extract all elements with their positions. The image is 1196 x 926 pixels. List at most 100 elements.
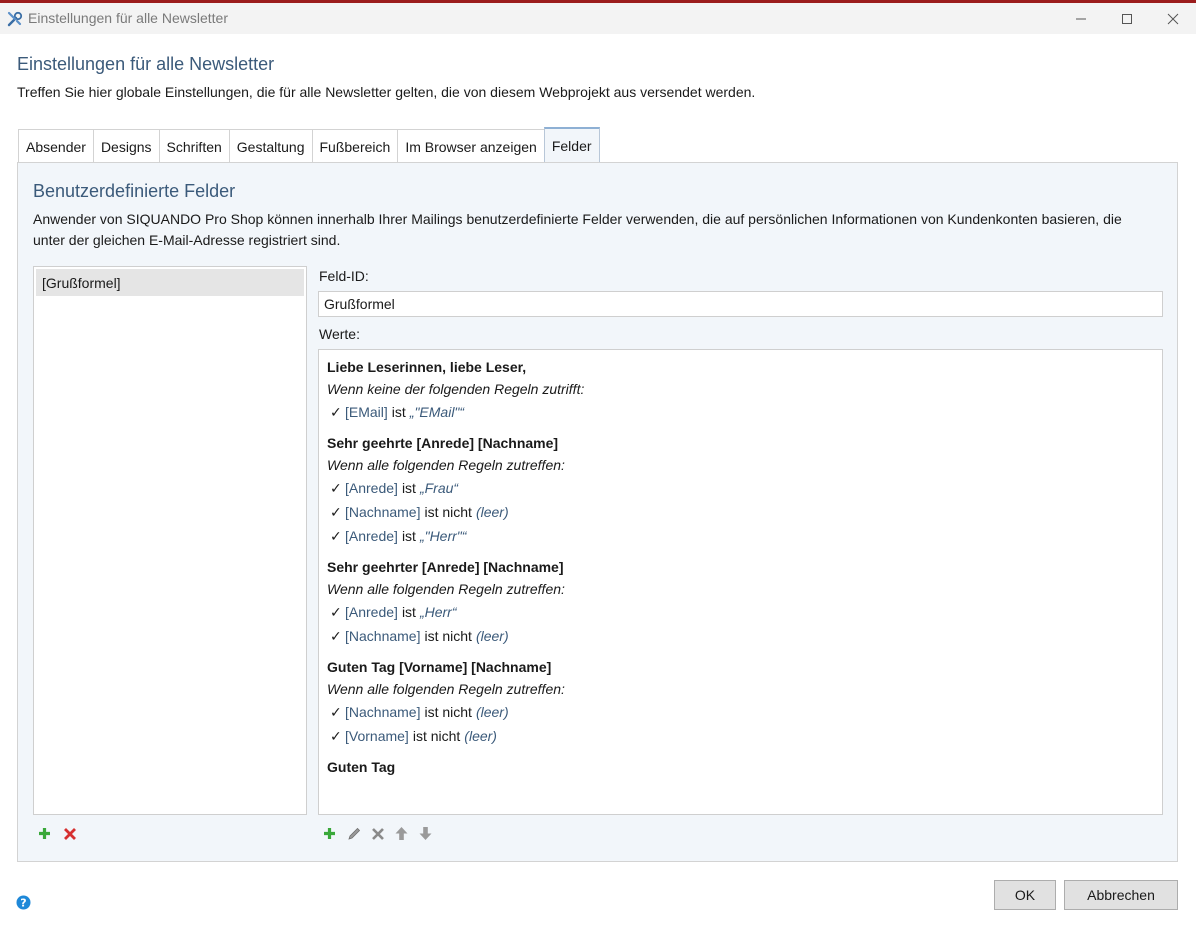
edit-value-button[interactable] (345, 825, 362, 842)
rule-value: (leer) (475, 704, 509, 720)
tab-bar: Absender Designs Schriften Gestaltung Fu… (18, 127, 600, 163)
close-button[interactable] (1150, 3, 1196, 34)
title-bar[interactable]: Einstellungen für alle Newsletter (0, 3, 1196, 34)
add-field-button[interactable] (36, 825, 53, 842)
minimize-button[interactable] (1058, 3, 1104, 34)
value-text: Sehr geehrte [Anrede] [Nachname] (327, 435, 559, 451)
list-item[interactable]: [Grußformel] (36, 269, 304, 296)
value-group[interactable]: Guten Tag (327, 756, 1154, 778)
tab-im-browser-anzeigen[interactable]: Im Browser anzeigen (397, 129, 544, 163)
value-text: Guten Tag (327, 759, 396, 775)
tab-panel-felder: Benutzerdefinierte Felder Anwender von S… (17, 162, 1178, 862)
page-title: Einstellungen für alle Newsletter (17, 54, 275, 74)
close-icon (1167, 13, 1179, 24)
condition-text: Wenn alle folgenden Regeln zutreffen: (327, 457, 565, 473)
rule-value: (leer) (475, 504, 509, 520)
plus-icon (39, 828, 50, 839)
field-list-toolbar (36, 825, 78, 842)
rule-operator: ist (401, 528, 416, 544)
values-label: Werte: (319, 326, 360, 342)
svg-text:?: ? (20, 897, 26, 910)
page-subtitle: Treffen Sie hier globale Einstellungen, … (17, 84, 756, 100)
rule-row: ✓ [Anrede] ist „Herr“ (327, 600, 1154, 624)
rule-row: ✓ [Nachname] ist nicht (leer) (327, 700, 1154, 724)
rule-row: ✓ [Nachname] ist nicht (leer) (327, 624, 1154, 648)
checkmark-icon: ✓ (330, 628, 342, 644)
value-text: Guten Tag [Vorname] [Nachname] (327, 659, 552, 675)
value-group[interactable]: Sehr geehrte [Anrede] [Nachname] Wenn al… (327, 432, 1154, 548)
rule-operator: ist (391, 404, 406, 420)
move-up-button[interactable] (393, 825, 410, 842)
delete-x-icon (371, 827, 384, 840)
tab-gestaltung[interactable]: Gestaltung (228, 129, 312, 163)
value-group[interactable]: Guten Tag [Vorname] [Nachname] Wenn alle… (327, 656, 1154, 748)
rule-operator: ist nicht (424, 704, 472, 720)
delete-x-icon (63, 827, 76, 840)
field-id-input[interactable] (318, 291, 1163, 317)
rule-field: [Anrede] (345, 604, 398, 620)
arrow-down-icon (419, 827, 432, 840)
field-id-label: Feld-ID: (319, 268, 369, 284)
rule-value: „"EMail"“ (409, 404, 465, 420)
condition-text: Wenn alle folgenden Regeln zutreffen: (327, 581, 565, 597)
rule-field: [Nachname] (345, 628, 421, 644)
rule-operator: ist (401, 480, 416, 496)
tab-fussbereich[interactable]: Fußbereich (311, 129, 398, 163)
checkmark-icon: ✓ (330, 404, 342, 420)
checkmark-icon: ✓ (330, 504, 342, 520)
rule-operator: ist nicht (412, 728, 461, 744)
rule-field: [Anrede] (345, 528, 398, 544)
cancel-button[interactable]: Abbrechen (1064, 880, 1178, 910)
tools-icon (7, 11, 23, 27)
field-list[interactable]: [Grußformel] (33, 266, 307, 815)
value-group[interactable]: Sehr geehrter [Anrede] [Nachname] Wenn a… (327, 556, 1154, 648)
rule-field: [Vorname] (345, 728, 409, 744)
rule-operator: ist nicht (424, 504, 472, 520)
rule-operator: ist (401, 604, 416, 620)
window-title: Einstellungen für alle Newsletter (28, 10, 228, 26)
rule-field: [EMail] (345, 404, 388, 420)
rule-field: [Anrede] (345, 480, 398, 496)
move-down-button[interactable] (417, 825, 434, 842)
section-description: Anwender von SIQUANDO Pro Shop können in… (33, 211, 1122, 248)
rule-value: „"Herr"“ (419, 528, 467, 544)
checkmark-icon: ✓ (330, 728, 342, 744)
ok-button[interactable]: OK (994, 880, 1056, 910)
value-text: Sehr geehrter [Anrede] [Nachname] (327, 559, 564, 575)
maximize-button[interactable] (1104, 3, 1150, 34)
delete-value-button[interactable] (369, 825, 386, 842)
tab-absender[interactable]: Absender (18, 129, 93, 163)
help-icon[interactable]: ? (16, 895, 31, 910)
section-title: Benutzerdefinierte Felder (33, 181, 236, 201)
minimize-icon (1076, 18, 1086, 19)
checkmark-icon: ✓ (330, 704, 342, 720)
rule-row: ✓ [Vorname] ist nicht (leer) (327, 724, 1154, 748)
values-toolbar (321, 825, 434, 842)
tab-designs[interactable]: Designs (92, 129, 159, 163)
tab-felder[interactable]: Felder (543, 127, 600, 163)
rule-row: ✓ [Nachname] ist nicht (leer) (327, 500, 1154, 524)
pencil-icon (347, 827, 360, 840)
rule-operator: ist nicht (424, 628, 472, 644)
add-value-button[interactable] (321, 825, 338, 842)
rule-row: ✓ [Anrede] ist „Frau“ (327, 476, 1154, 500)
arrow-up-icon (395, 827, 408, 840)
delete-field-button[interactable] (61, 825, 78, 842)
rule-value: (leer) (475, 628, 509, 644)
checkmark-icon: ✓ (330, 480, 342, 496)
value-text: Liebe Leserinnen, liebe Leser, (327, 359, 527, 375)
rule-row: ✓ [EMail] ist „"EMail"“ (327, 400, 1154, 424)
rule-value: „Frau“ (419, 480, 459, 496)
rule-field: [Nachname] (345, 704, 421, 720)
rule-value: (leer) (464, 728, 497, 744)
values-list[interactable]: Liebe Leserinnen, liebe Leser, Wenn kein… (318, 349, 1163, 815)
maximize-icon (1122, 13, 1132, 24)
tab-schriften[interactable]: Schriften (158, 129, 229, 163)
condition-text: Wenn keine der folgenden Regeln zutrifft… (327, 381, 585, 397)
rule-row: ✓ [Anrede] ist „"Herr"“ (327, 524, 1154, 548)
condition-text: Wenn alle folgenden Regeln zutreffen: (327, 681, 565, 697)
plus-icon (324, 828, 335, 839)
checkmark-icon: ✓ (330, 528, 342, 544)
rule-field: [Nachname] (345, 504, 421, 520)
value-group[interactable]: Liebe Leserinnen, liebe Leser, Wenn kein… (327, 356, 1154, 424)
